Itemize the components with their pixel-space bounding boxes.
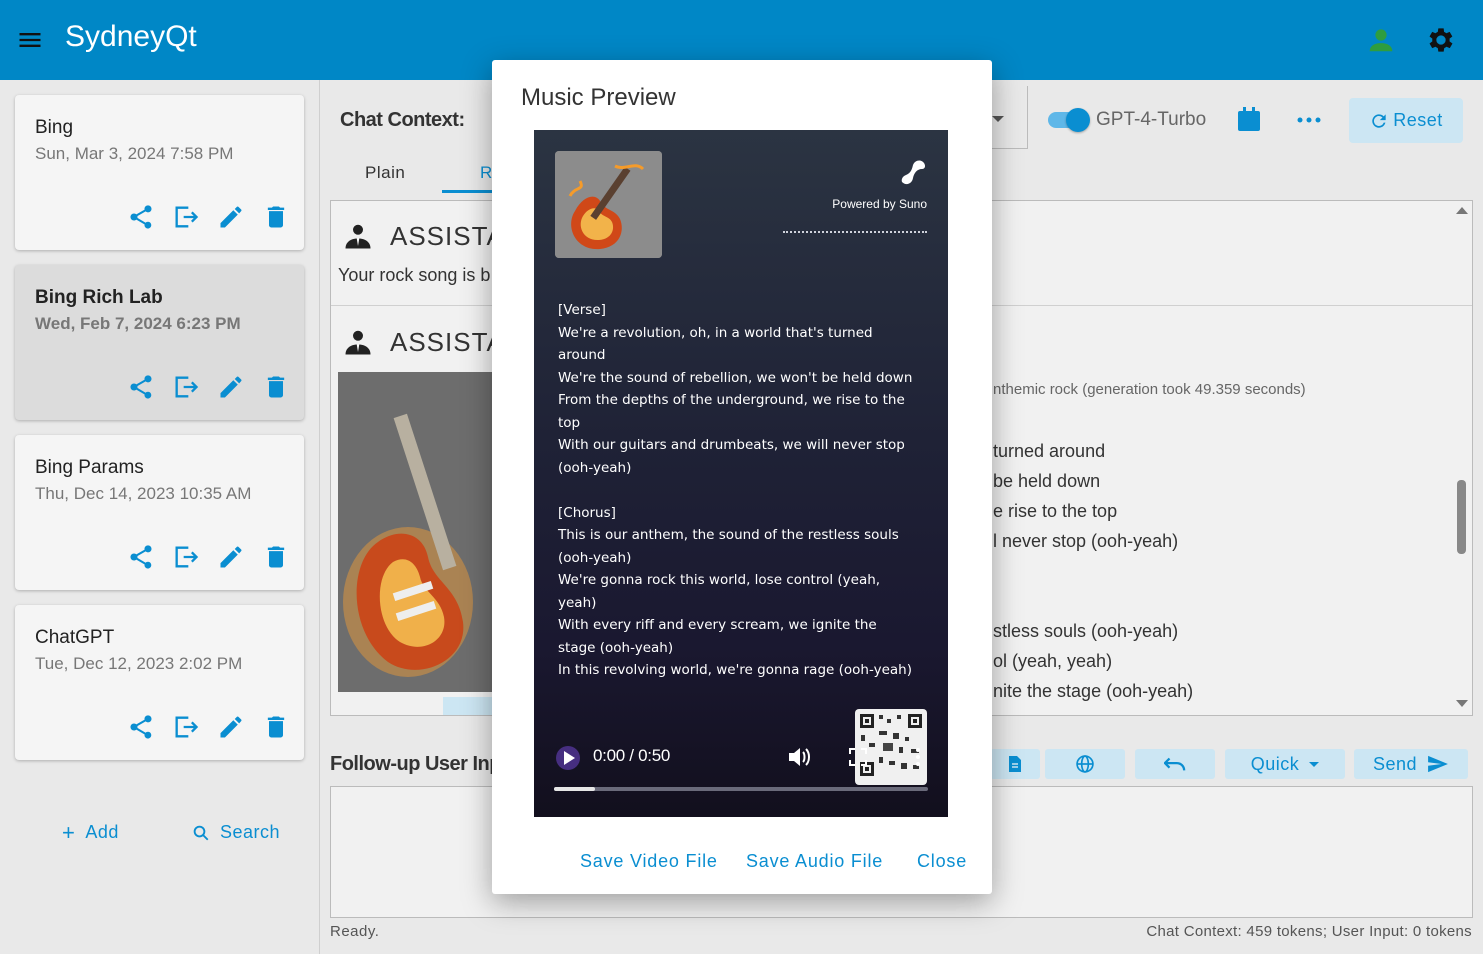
volume-icon[interactable]: [787, 746, 811, 768]
close-button[interactable]: Close: [917, 851, 967, 872]
fullscreen-icon[interactable]: [849, 748, 867, 766]
save-video-button[interactable]: Save Video File: [580, 851, 718, 872]
music-preview-dialog: Music Preview Powered by Suno [Verse] We…: [492, 60, 992, 894]
playback-time: 0:00 / 0:50: [593, 746, 671, 765]
powered-by-label: Powered by Suno: [832, 197, 927, 211]
waveform: [783, 231, 927, 235]
progress-fill: [554, 787, 596, 791]
suno-logo: [901, 160, 926, 185]
more-vertical-icon[interactable]: [915, 747, 921, 767]
lyrics-text: [Verse] We're a revolution, oh, in a wor…: [558, 302, 913, 678]
dialog-title: Music Preview: [521, 84, 676, 111]
music-video-player[interactable]: Powered by Suno [Verse] We're a revoluti…: [534, 130, 948, 817]
progress-track[interactable]: [554, 787, 928, 791]
save-audio-button[interactable]: Save Audio File: [746, 851, 883, 872]
album-art-guitar: [555, 151, 662, 258]
play-icon[interactable]: [554, 744, 582, 772]
